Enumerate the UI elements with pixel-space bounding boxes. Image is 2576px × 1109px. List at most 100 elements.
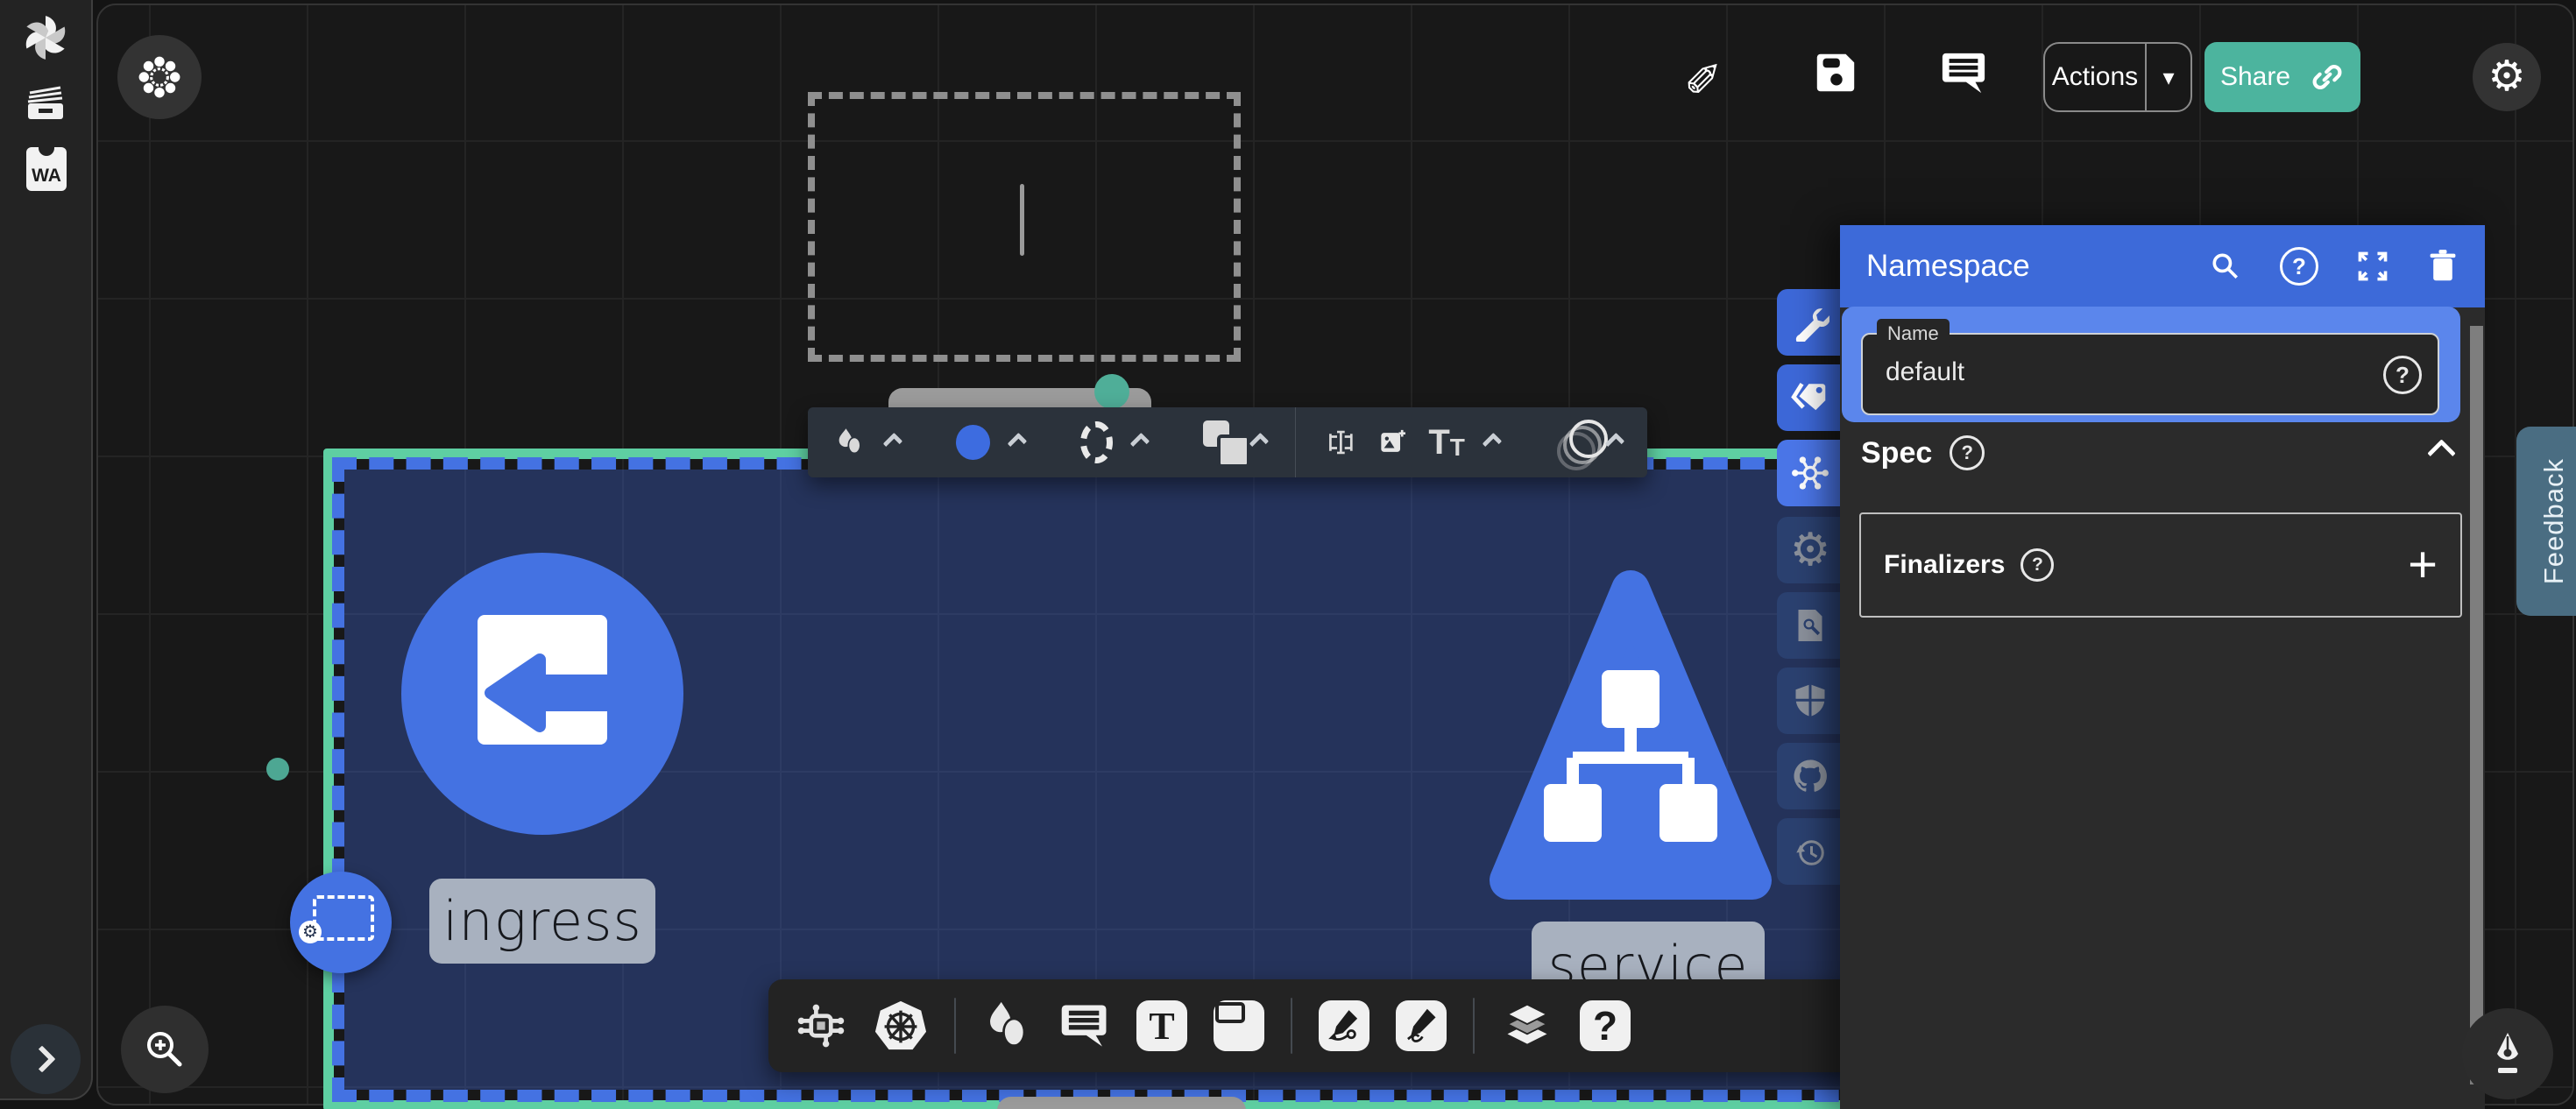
freehand-pen-icon[interactable] (1396, 1000, 1447, 1051)
link-icon (2310, 60, 2345, 95)
diagram-node-icon[interactable] (795, 1000, 847, 1052)
style-toolbar: TT (808, 407, 1647, 477)
text-tool-icon[interactable]: T (1136, 1000, 1187, 1051)
tab-document-search[interactable] (1777, 592, 1844, 659)
image-tool-icon[interactable] (1214, 1000, 1264, 1051)
share-button[interactable]: Share (2204, 42, 2360, 112)
opacity-icon[interactable] (1555, 418, 1588, 467)
service-node[interactable] (1490, 565, 1772, 924)
kubernetes-icon[interactable] (874, 999, 928, 1053)
namespace-badge[interactable]: ⚙ (290, 872, 392, 973)
feedback-label: Feedback (2538, 458, 2570, 584)
tab-kubernetes[interactable] (1777, 440, 1844, 506)
flower-icon (138, 55, 181, 99)
save-button[interactable] (1812, 49, 1859, 101)
comment-icon (1940, 49, 1987, 96)
spec-section-header[interactable]: Spec ? (1861, 435, 2464, 470)
comment-icon[interactable] (1059, 1000, 1110, 1051)
arrange-icon[interactable] (1203, 420, 1232, 464)
gear-icon: ⚙ (2488, 56, 2525, 98)
comments-button[interactable] (1940, 49, 1987, 101)
chevron-up-icon[interactable] (1483, 433, 1502, 452)
toolbar-divider (1291, 998, 1292, 1054)
ingress-label-text: ingress (442, 889, 642, 953)
tab-tag[interactable] (1777, 364, 1844, 431)
text-edit-box[interactable] (808, 92, 1241, 362)
left-sidebar: WA (0, 0, 93, 1100)
bottom-peek-label[interactable] (997, 1097, 1246, 1109)
help-icon[interactable]: ? (2280, 247, 2318, 286)
ingress-node[interactable] (401, 553, 683, 835)
edit-button[interactable]: ✎ (1684, 49, 1723, 102)
pen-tool-button[interactable] (2462, 1008, 2553, 1099)
chevron-right-icon (28, 1045, 55, 1072)
add-finalizer-button[interactable]: + (2408, 540, 2438, 590)
toolbar-divider (1473, 998, 1475, 1054)
stroke-style-icon[interactable] (1080, 421, 1113, 463)
tab-history[interactable] (1777, 818, 1844, 885)
connection-point-dot[interactable] (266, 758, 289, 781)
app-logo[interactable] (22, 14, 69, 61)
name-field-label: Name (1877, 319, 1950, 349)
pen-nib-icon (2483, 1029, 2532, 1078)
chevron-up-icon[interactable] (1007, 433, 1026, 452)
ingress-label[interactable]: ingress (429, 879, 655, 964)
caret-down-icon[interactable]: ▾ (2147, 64, 2190, 91)
toolbar-divider (954, 998, 956, 1054)
panel-title: Namespace (1866, 249, 2030, 284)
replace-image-icon[interactable] (1377, 420, 1408, 465)
panel-scrollbar[interactable] (2470, 326, 2483, 1084)
chevron-up-icon[interactable] (1129, 433, 1149, 452)
help-tool-icon[interactable]: ? (1580, 1000, 1631, 1051)
shape-style-icon[interactable] (834, 419, 866, 466)
share-label: Share (2220, 62, 2290, 92)
sidebar-expand-button[interactable] (11, 1024, 81, 1094)
search-icon[interactable] (2208, 249, 2243, 284)
connection-point-dot-top[interactable] (1094, 374, 1129, 409)
name-field-highlight: Name ? (1842, 307, 2460, 422)
layers-icon[interactable] (1501, 1000, 1553, 1052)
wasm-icon[interactable]: WA (26, 147, 67, 191)
spec-help-icon[interactable]: ? (1950, 435, 1985, 470)
spec-label: Spec (1861, 436, 1932, 470)
service-icon (1490, 565, 1772, 924)
settings-button[interactable]: ⚙ (2473, 43, 2541, 111)
app-window: ingress service ⚙ (0, 0, 2576, 1109)
expand-icon[interactable] (2355, 249, 2390, 284)
chevron-up-icon[interactable] (1605, 433, 1624, 452)
shapes-icon[interactable] (982, 1000, 1033, 1051)
trash-icon[interactable] (2427, 249, 2459, 284)
name-help-icon[interactable]: ? (2383, 356, 2422, 394)
actions-button[interactable]: Actions ▾ (2043, 42, 2192, 112)
mini-gear-icon: ⚙ (299, 921, 322, 943)
archive-icon[interactable] (25, 84, 66, 121)
name-field[interactable]: Name ? (1861, 333, 2439, 415)
finalizers-box: Finalizers ? + (1859, 512, 2462, 618)
pencil-icon: ✎ (1684, 49, 1723, 102)
resize-icon[interactable] (1326, 420, 1356, 465)
zoom-button[interactable] (121, 1006, 209, 1093)
name-input[interactable] (1866, 350, 2396, 394)
fill-color-swatch[interactable] (956, 425, 990, 460)
tab-github[interactable] (1777, 743, 1844, 809)
ingress-icon (401, 553, 683, 835)
save-icon (1812, 49, 1859, 96)
feedback-tab[interactable]: Feedback (2516, 427, 2576, 616)
panel-header[interactable]: Namespace ? (1840, 225, 2485, 307)
resource-flower-button[interactable] (117, 35, 202, 119)
chevron-up-icon[interactable] (883, 433, 902, 452)
connector-pen-icon[interactable] (1319, 1000, 1369, 1051)
chevron-up-icon[interactable] (1249, 433, 1269, 452)
collapse-chevron-icon[interactable] (2427, 439, 2456, 468)
namespace-panel: Namespace ? (1840, 225, 2485, 1109)
zoom-in-icon (142, 1027, 188, 1072)
dashed-rect-icon (313, 895, 374, 941)
text-cursor (1020, 184, 1024, 256)
finalizers-help-icon[interactable]: ? (2020, 548, 2054, 582)
tab-wrench[interactable] (1777, 289, 1844, 356)
tab-shield[interactable] (1777, 668, 1844, 734)
text-style-icon[interactable]: TT (1428, 423, 1465, 463)
shape-toolbar: T ? (768, 979, 1859, 1072)
gear-icon: ⚙ (1790, 527, 1831, 573)
tab-settings[interactable]: ⚙ (1777, 517, 1844, 583)
